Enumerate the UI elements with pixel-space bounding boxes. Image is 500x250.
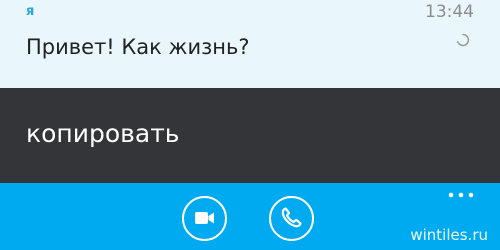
- message-item[interactable]: я 13:44 Привет! Как жизнь?: [0, 0, 500, 88]
- more-dots-icon[interactable]: [447, 189, 475, 201]
- context-menu: копировать: [0, 88, 500, 183]
- message-timestamp: 13:44: [425, 2, 474, 22]
- message-sender: я: [26, 4, 35, 19]
- voice-call-button[interactable]: [269, 196, 314, 241]
- video-camera-icon: [195, 212, 214, 224]
- phone-icon: [281, 207, 302, 228]
- screen: я 13:44 Привет! Как жизнь? копировать wi…: [0, 0, 500, 250]
- watermark-text: wintiles.ru: [410, 226, 488, 244]
- video-call-button[interactable]: [182, 196, 227, 241]
- sending-spinner-icon: [457, 33, 470, 47]
- message-text: Привет! Как жизнь?: [26, 35, 250, 59]
- copy-menu-item[interactable]: копировать: [26, 118, 180, 150]
- app-bar: wintiles.ru: [0, 183, 500, 250]
